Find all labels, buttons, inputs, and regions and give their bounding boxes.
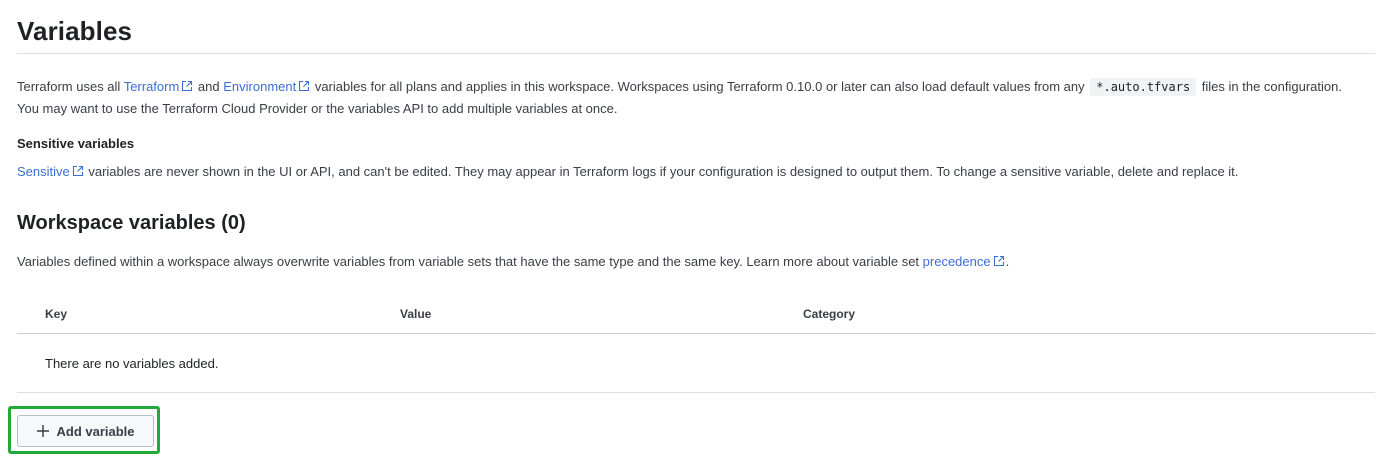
workspace-variables-title: Workspace variables (0)	[17, 212, 246, 234]
intro-text: Terraform uses all	[17, 79, 124, 94]
external-link-icon	[993, 255, 1004, 267]
sensitive-link-label: Sensitive	[17, 164, 70, 179]
plus-icon	[37, 425, 50, 437]
intro-text: variables for all plans and applies in t…	[311, 79, 1089, 94]
table-header: Key Value Category	[17, 300, 1375, 334]
terraform-variables-link[interactable]: Terraform	[124, 79, 195, 94]
external-link-icon	[72, 165, 83, 177]
intro-paragraph: Terraform uses all Terraform and Environ…	[17, 76, 1362, 120]
precedence-link[interactable]: precedence	[923, 254, 1006, 269]
add-variable-label: Add variable	[56, 423, 135, 439]
sensitive-variables-heading: Sensitive variables	[17, 136, 135, 151]
sensitive-paragraph: Sensitive variables are never shown in t…	[17, 161, 1367, 183]
column-header-category: Category	[803, 307, 856, 321]
column-header-key: Key	[45, 307, 68, 321]
external-link-icon	[299, 80, 310, 92]
precedence-link-label: precedence	[922, 254, 991, 269]
workspace-text: Variables defined within a workspace alw…	[17, 254, 923, 269]
environment-link-label: Environment	[223, 79, 297, 94]
page-title: Variables	[17, 16, 133, 46]
auto-tfvars-code: *.auto.tfvars	[1090, 78, 1197, 96]
variables-table: Key Value Category There are no variable…	[17, 300, 1375, 393]
add-variable-button[interactable]: Add variable	[17, 415, 154, 447]
sensitive-link[interactable]: Sensitive	[17, 164, 85, 179]
sensitive-text: variables are never shown in the UI or A…	[84, 164, 1239, 179]
title-divider	[17, 53, 1375, 54]
empty-state-message: There are no variables added.	[45, 356, 219, 371]
workspace-text: .	[1005, 254, 1010, 269]
table-empty-row: There are no variables added.	[17, 334, 1375, 393]
intro-text: and	[194, 79, 224, 94]
workspace-variables-description: Variables defined within a workspace alw…	[17, 251, 1367, 273]
column-header-value: Value	[400, 307, 432, 321]
terraform-link-label: Terraform	[123, 79, 180, 94]
external-link-icon	[182, 80, 193, 92]
environment-variables-link[interactable]: Environment	[223, 79, 311, 94]
